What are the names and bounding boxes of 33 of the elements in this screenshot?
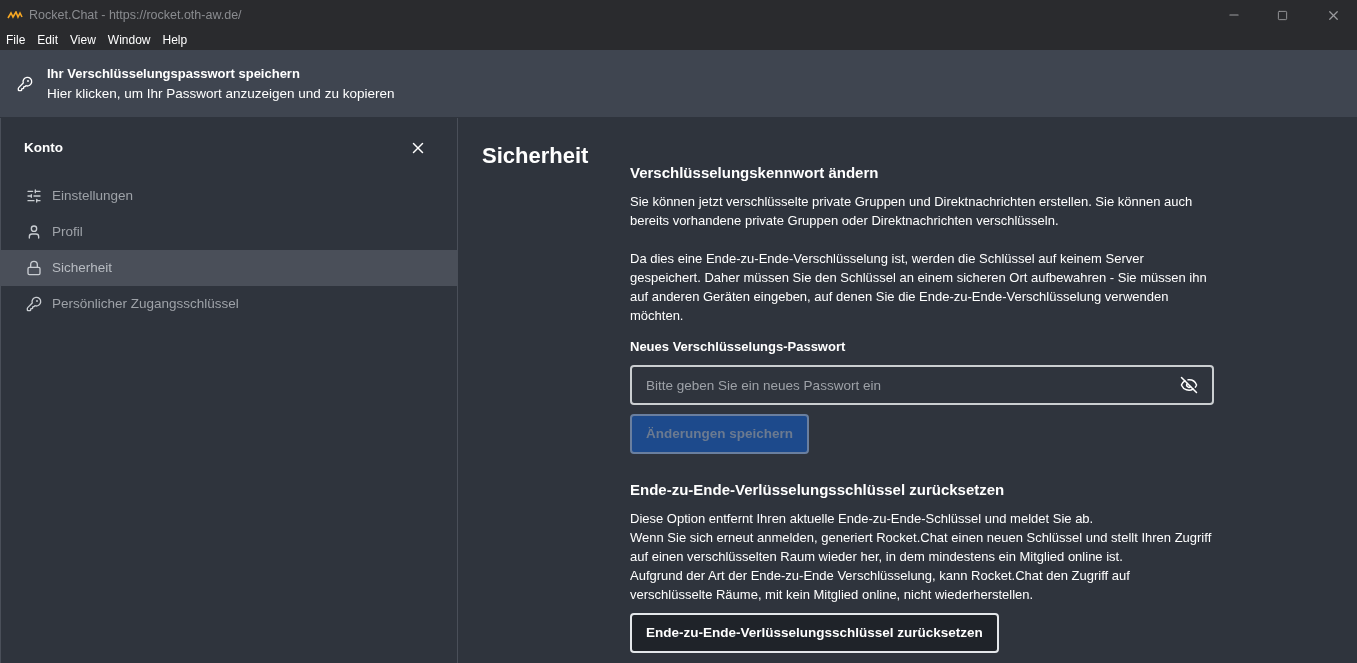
menu-item[interactable]: Help <box>162 31 188 49</box>
key-icon <box>26 296 42 312</box>
app-logo-icon <box>7 11 23 19</box>
sliders-icon <box>26 188 42 204</box>
description-text: Wenn Sie sich erneut anmelden, generiert Rocket.Chat einen neuen Schlüssel und stellt Ihren Zugriff auf einen verschlüsselten Raum wieder her, in dem mindestens ein Mitglied online ist. <box>630 529 1213 566</box>
description-text: Da dies eine Ende-zu-Ende-Verschlüsselung ist, werden die Schlüssel auf keinem Server gespeichert. Daher müssen Sie den Schlüssel an einem sicheren Ort aufbewahren - Sie müssen ihn auf anderen Geräten eingeben, auf denen Sie die Ende-zu-Ende-Verschlüsselung verwenden möchten. <box>630 250 1208 325</box>
section-heading: Verschlüsselungskennwort ändern <box>630 163 880 183</box>
sidebar-title: Konto <box>24 138 63 157</box>
maximize-icon[interactable] <box>1277 9 1288 21</box>
description-text: Sie können jetzt verschlüsselte private Gruppen und Direktnachrichten erstellen. Sie können auch bereits vorhandene private Gruppen oder Direktnachrichten verschlüsseln. <box>630 193 1194 230</box>
section-heading: Ende-zu-Ende-Verlüsselungsschlüssel zurücksetzen <box>630 480 1006 500</box>
password-banner[interactable]: Ihr Verschlüsselungspasswort speichern Hier klicken, um Ihr Passwort anzuzeigen und zu kopieren <box>0 50 1357 117</box>
window-title: Rocket.Chat - https://rocket.oth-aw.de/ <box>29 6 242 24</box>
banner-text: Hier klicken, um Ihr Passwort anzuzeigen und zu kopieren <box>47 84 395 103</box>
field-label: Neues Verschlüsselungs-Passwort <box>630 338 847 356</box>
eye-off-icon[interactable] <box>1180 376 1198 394</box>
sidebar-item[interactable]: Einstellungen <box>1 178 457 214</box>
sidebar-item[interactable]: Sicherheit <box>1 250 457 286</box>
user-icon <box>26 224 42 240</box>
lock-icon <box>26 260 42 276</box>
menu-item[interactable]: Window <box>107 31 151 49</box>
menu-item[interactable]: Edit <box>37 31 59 49</box>
banner-title: Ihr Verschlüsselungspasswort speichern <box>47 64 301 83</box>
password-field[interactable]: Bitte geben Sie ein neues Passwort ein <box>630 365 1214 405</box>
menu-item[interactable]: File <box>6 31 26 49</box>
menu-item[interactable]: View <box>70 31 96 49</box>
sidebar-item[interactable]: Persönlicher Zugangsschlüssel <box>1 286 457 322</box>
page-title: Sicherheit <box>482 142 590 170</box>
key-icon <box>17 75 33 92</box>
description-text: Aufgrund der Art der Ende-zu-Ende Verschlüsselung, kann Rocket.Chat den Zugriff auf verschlüsselte Räume, mit kein Mitglied online, nicht wiederherstellen. <box>630 567 1131 604</box>
sidebar-item[interactable]: Profil <box>1 214 457 250</box>
reset-button[interactable]: Ende-zu-Ende-Verlüsselungsschlüssel zurücksetzen <box>630 613 999 653</box>
description-text: Diese Option entfernt Ihren aktuelle Ende-zu-Ende-Schlüssel und meldet Sie ab. <box>630 510 1095 528</box>
